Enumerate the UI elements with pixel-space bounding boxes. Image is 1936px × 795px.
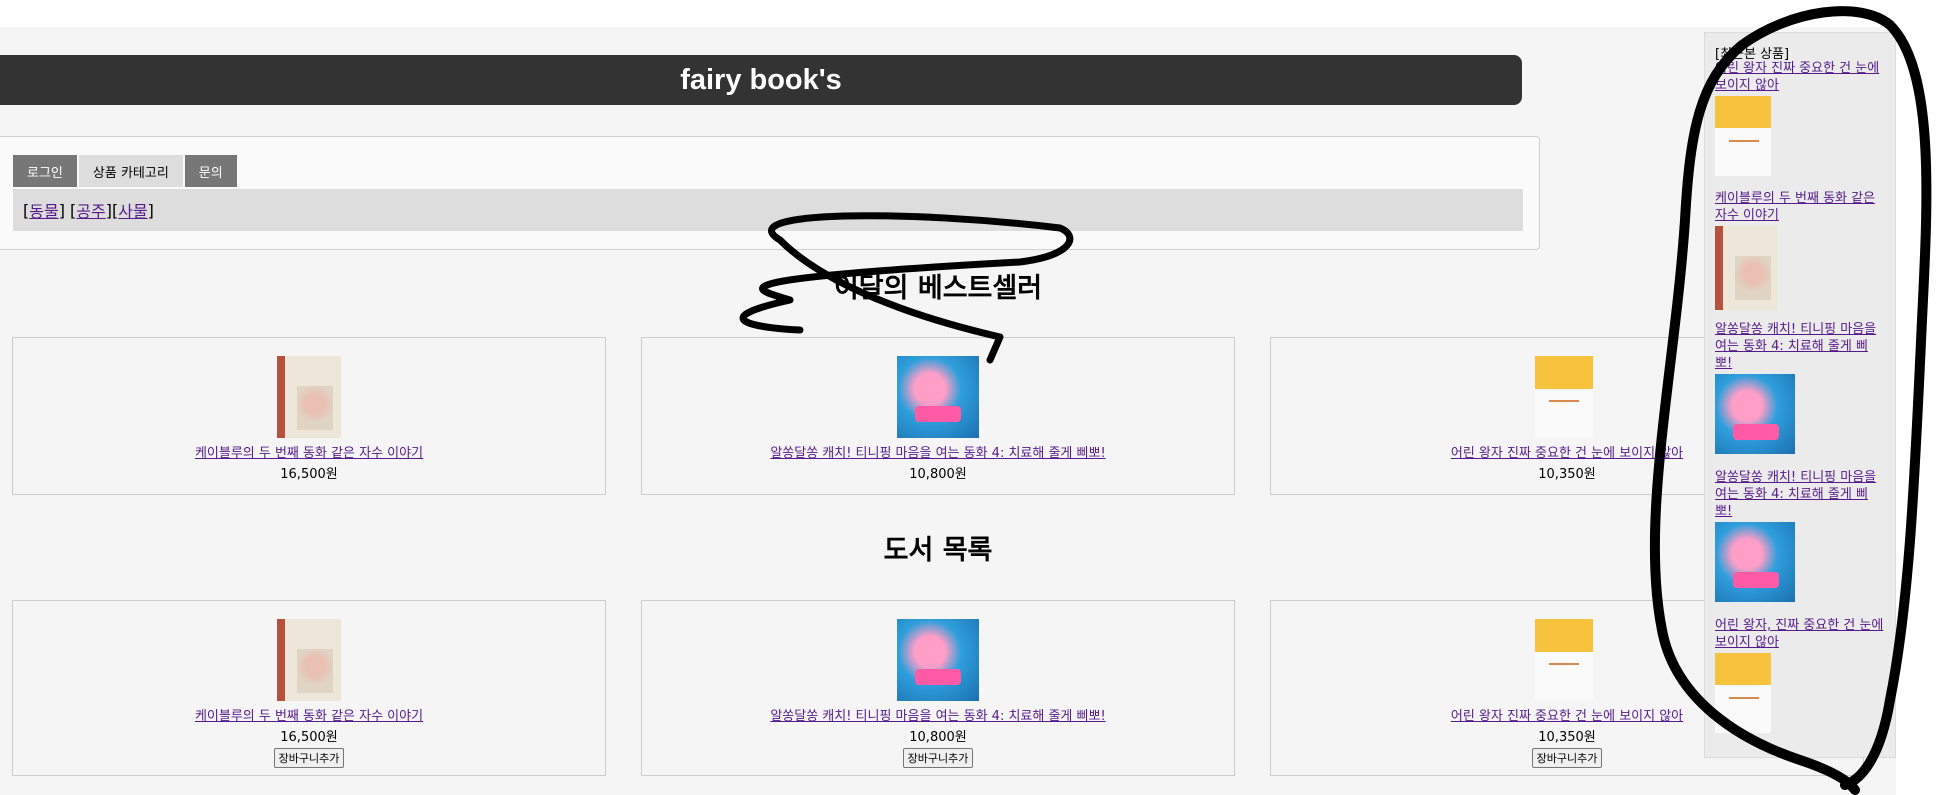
- recent-item-link[interactable]: 어린 왕자, 진짜 중요한 건 눈에 보이지 않아: [1715, 617, 1885, 651]
- teenieping-book-cover[interactable]: [897, 356, 979, 438]
- add-to-cart-button[interactable]: 장바구니추가: [902, 748, 974, 768]
- recent-item-link[interactable]: 알쏭달쏭 캐치! 티니핑 마음을 여는 동화 4: 치료해 줄게 삐뽀!: [1715, 321, 1885, 372]
- recent-item-link[interactable]: 케이블루의 두 번째 동화 같은 자수 이야기: [1715, 190, 1885, 224]
- category-panel: [ 동물 ] [ 공주 ][ 사물 ]: [13, 189, 1523, 231]
- bracket-text: ]: [147, 200, 154, 220]
- tab-product-category[interactable]: 상품 카테고리: [78, 155, 183, 187]
- embroidery-book-cover[interactable]: [1715, 226, 1777, 310]
- recent-item: 어린 왕자, 진짜 중요한 건 눈에 보이지 않아: [1715, 617, 1885, 733]
- tab-container: 로그인 상품 카테고리 문의 [ 동물 ] [ 공주 ][ 사물 ]: [0, 136, 1540, 250]
- little-prince-book-cover[interactable]: [1715, 96, 1771, 176]
- bracket-text: ][: [105, 200, 119, 220]
- recent-item: 어린 왕자 진짜 중요한 건 눈에 보이지 않아: [1715, 60, 1885, 176]
- teenieping-book-cover[interactable]: [897, 619, 979, 701]
- site-title: fairy book's: [680, 63, 842, 96]
- recent-item: 알쏭달쏭 캐치! 티니핑 마음을 여는 동화 4: 치료해 줄게 삐뽀!: [1715, 469, 1885, 602]
- recent-item-link[interactable]: 알쏭달쏭 캐치! 티니핑 마음을 여는 동화 4: 치료해 줄게 삐뽀!: [1715, 469, 1885, 520]
- bestseller-card: 알쏭달쏭 캐치! 티니핑 마음을 여는 동화 4: 치료해 줄게 삐뽀! 10,…: [641, 337, 1235, 495]
- little-prince-book-cover[interactable]: [1535, 619, 1599, 701]
- tab-inquiry[interactable]: 문의: [184, 155, 237, 187]
- add-to-cart-button[interactable]: 장바구니추가: [1531, 748, 1603, 768]
- recent-items-sidebar: [최근본 상품] 어린 왕자 진짜 중요한 건 눈에 보이지 않아 케이블루의 …: [1704, 32, 1896, 758]
- little-prince-book-cover[interactable]: [1715, 653, 1771, 733]
- embroidery-book-cover[interactable]: [277, 619, 341, 701]
- add-to-cart-button[interactable]: 장바구니추가: [273, 748, 345, 768]
- recent-item: 케이블루의 두 번째 동화 같은 자수 이야기: [1715, 190, 1885, 310]
- catalog-card: 알쏭달쏭 캐치! 티니핑 마음을 여는 동화 4: 치료해 줄게 삐뽀! 10,…: [641, 600, 1235, 776]
- product-price: 16,500원: [280, 730, 338, 745]
- product-price: 16,500원: [280, 467, 338, 482]
- recent-item: 알쏭달쏭 캐치! 티니핑 마음을 여는 동화 4: 치료해 줄게 삐뽀!: [1715, 321, 1885, 454]
- recent-item-link[interactable]: 어린 왕자 진짜 중요한 건 눈에 보이지 않아: [1715, 60, 1885, 94]
- tab-bar: 로그인 상품 카테고리 문의: [13, 155, 237, 187]
- teenieping-book-cover[interactable]: [1715, 374, 1795, 454]
- catalog-heading: 도서 목록: [883, 535, 993, 566]
- site-header: fairy book's: [0, 55, 1522, 105]
- product-title-link[interactable]: 케이블루의 두 번째 동화 같은 자수 이야기: [13, 705, 605, 724]
- product-title-link[interactable]: 케이블루의 두 번째 동화 같은 자수 이야기: [13, 442, 605, 461]
- product-title-link[interactable]: 알쏭달쏭 캐치! 티니핑 마음을 여는 동화 4: 치료해 줄게 삐뽀!: [642, 442, 1234, 461]
- catalog-card: 케이블루의 두 번째 동화 같은 자수 이야기 16,500원 장바구니추가: [12, 600, 606, 776]
- product-title-link[interactable]: 알쏭달쏭 캐치! 티니핑 마음을 여는 동화 4: 치료해 줄게 삐뽀!: [642, 705, 1234, 724]
- product-price: 10,800원: [909, 467, 967, 482]
- tab-login[interactable]: 로그인: [13, 155, 77, 187]
- product-price: 10,800원: [909, 730, 967, 745]
- little-prince-book-cover[interactable]: [1535, 356, 1599, 438]
- bestseller-heading: 이달의 베스트셀러: [833, 273, 1043, 304]
- embroidery-book-cover[interactable]: [277, 356, 341, 438]
- bestseller-card: 케이블루의 두 번째 동화 같은 자수 이야기 16,500원: [12, 337, 606, 495]
- category-link-object[interactable]: 사물: [118, 198, 147, 222]
- category-link-animal[interactable]: 동물: [29, 198, 58, 222]
- teenieping-book-cover[interactable]: [1715, 522, 1795, 602]
- category-link-princess[interactable]: 공주: [76, 198, 105, 222]
- bracket-text: ] [: [58, 200, 77, 220]
